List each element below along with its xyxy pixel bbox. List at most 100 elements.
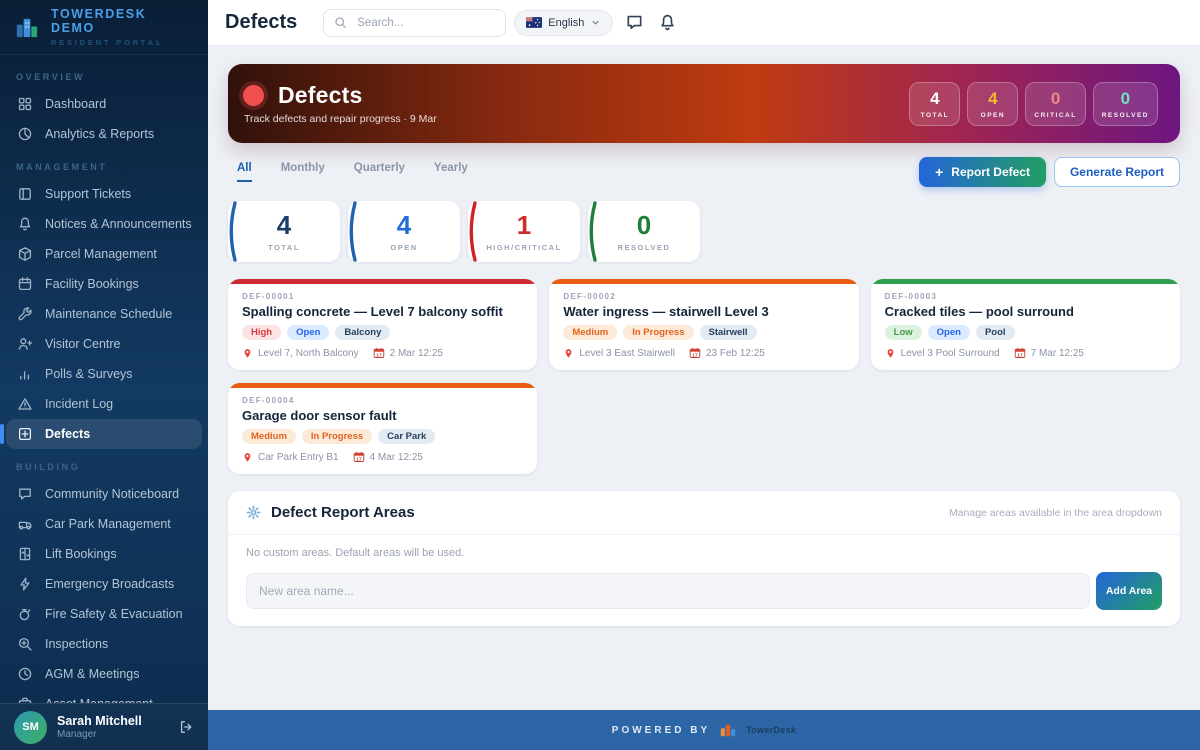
nav-section-label: OVERVIEW (16, 72, 192, 82)
areas-empty-message: No custom areas. Default areas will be u… (246, 547, 1162, 559)
sidebar-item-label: Fire Safety & Evacuation (45, 607, 183, 621)
sidebar-item-agm-meetings[interactable]: AGM & Meetings (6, 659, 202, 689)
user-name: Sarah Mitchell (57, 714, 142, 728)
defect-card-def-00004[interactable]: DEF-00004Garage door sensor faultMediumI… (228, 383, 537, 474)
defect-location: Level 7, North Balcony (258, 348, 359, 359)
sidebar-item-incident-log[interactable]: Incident Log (6, 389, 202, 419)
sidebar-item-polls-surveys[interactable]: Polls & Surveys (6, 359, 202, 389)
bracket-icon (344, 200, 358, 263)
bar-chart-icon (16, 366, 33, 383)
new-area-input[interactable] (246, 573, 1090, 609)
user-section: SM Sarah Mitchell Manager (0, 703, 208, 750)
sidebar-item-notices-announcements[interactable]: Notices & Announcements (6, 209, 202, 239)
sidebar-item-analytics-reports[interactable]: Analytics & Reports (6, 119, 202, 149)
sidebar-item-label: Facility Bookings (45, 277, 139, 291)
sidebar-item-label: Support Tickets (45, 187, 131, 201)
defect-card-def-00002[interactable]: DEF-00002 Water ingress — stairwell Level… (549, 279, 858, 370)
tab-yearly[interactable]: Yearly (434, 162, 468, 182)
bracket-icon (464, 200, 478, 263)
avatar: SM (14, 711, 47, 744)
search-icon (334, 16, 347, 29)
briefcase-icon (16, 696, 33, 704)
sidebar-item-label: AGM & Meetings (45, 667, 139, 681)
sidebar-item-emergency-broadcasts[interactable]: Emergency Broadcasts (6, 569, 202, 599)
sidebar-item-support-tickets[interactable]: Support Tickets (6, 179, 202, 209)
brand-subtitle: RESIDENT PORTAL (51, 38, 195, 47)
banner-stat-resolved: 0RESOLVED (1093, 82, 1158, 126)
fire-safety-icon (16, 606, 33, 623)
summary-card-open: 4OPEN (348, 201, 460, 262)
defect-id: DEF-00004 (242, 396, 523, 405)
page-title: Defects (225, 11, 297, 34)
defect-date: 2 Mar 12:25 (390, 348, 443, 359)
package-icon (16, 246, 33, 263)
tag-open: Open (928, 325, 970, 340)
app-window: TOWERDESK DEMO RESIDENT PORTAL OVERVIEWD… (0, 0, 1200, 750)
language-selector[interactable]: English (514, 10, 613, 36)
tag-stairwell: Stairwell (700, 325, 757, 340)
sidebar-item-asset-management[interactable]: Asset Management (6, 689, 202, 703)
areas-hint: Manage areas available in the area dropd… (949, 507, 1162, 519)
powered-by-label: POWERED BY (612, 725, 710, 736)
tag-balcony: Balcony (335, 325, 390, 340)
chevron-down-icon (590, 17, 601, 28)
tabs: All Monthly Quarterly Yearly (228, 162, 919, 182)
sidebar-item-label: Maintenance Schedule (45, 307, 172, 321)
areas-title: Defect Report Areas (271, 504, 415, 521)
banner-stat-total: 4TOTAL (909, 82, 960, 126)
notifications-bell-icon[interactable] (658, 13, 677, 32)
summary-row: 4TOTAL4OPEN1HIGH/CRITICAL0RESOLVED (228, 201, 1180, 262)
towerdesk-logo-icon (13, 13, 42, 42)
sidebar-item-label: Defects (45, 427, 90, 441)
tag-in-progress: In Progress (302, 429, 372, 444)
defect-card-def-00001[interactable]: DEF-00001Spalling concrete — Level 7 bal… (228, 279, 537, 370)
tab-quarterly[interactable]: Quarterly (354, 162, 405, 182)
sidebar-item-facility-bookings[interactable]: Facility Bookings (6, 269, 202, 299)
pin-icon (885, 348, 896, 359)
defect-date: 23 Feb 12:25 (706, 348, 765, 359)
sidebar-item-fire-safety-evacuation[interactable]: Fire Safety & Evacuation (6, 599, 202, 629)
sidebar-item-inspections[interactable]: Inspections (6, 629, 202, 659)
report-defect-button[interactable]: + Report Defect (919, 157, 1046, 187)
footer: POWERED BY TowerDesk (208, 710, 1200, 750)
messages-icon[interactable] (625, 13, 644, 32)
sidebar-item-label: Emergency Broadcasts (45, 577, 174, 591)
defect-date: 7 Mar 12:25 (1031, 348, 1084, 359)
logout-icon[interactable] (178, 719, 194, 735)
sidebar-item-visitor-centre[interactable]: Visitor Centre (6, 329, 202, 359)
sidebar-item-label: Dashboard (45, 97, 106, 111)
sidebar-item-label: Incident Log (45, 397, 113, 411)
lightning-icon (16, 576, 33, 593)
search-input[interactable] (355, 16, 495, 30)
sidebar-item-maintenance-schedule[interactable]: Maintenance Schedule (6, 299, 202, 329)
calendar-date-icon: 17 (1014, 347, 1026, 359)
tag-medium: Medium (242, 429, 296, 444)
sidebar-item-car-park-management[interactable]: Car Park Management (6, 509, 202, 539)
defect-id: DEF-00001 (242, 292, 523, 301)
svg-text:17: 17 (692, 352, 698, 358)
sidebar-item-lift-bookings[interactable]: Lift Bookings (6, 539, 202, 569)
sidebar-item-label: Car Park Management (45, 517, 171, 531)
tab-all[interactable]: All (237, 162, 252, 182)
tag-medium: Medium (563, 325, 617, 340)
clock-icon (16, 666, 33, 683)
defect-id: DEF-00002 (563, 292, 844, 301)
sidebar-item-parcel-management[interactable]: Parcel Management (6, 239, 202, 269)
defect-card-def-00003[interactable]: DEF-00003Cracked tiles — pool surroundLo… (871, 279, 1180, 370)
tag-pool: Pool (976, 325, 1015, 340)
add-area-button[interactable]: Add Area (1096, 572, 1162, 610)
defect-id: DEF-00003 (885, 292, 1166, 301)
status-dot-icon (243, 85, 264, 106)
svg-text:17: 17 (376, 352, 382, 358)
sidebar-item-community-noticeboard[interactable]: Community Noticeboard (6, 479, 202, 509)
sidebar-item-label: Community Noticeboard (45, 487, 179, 501)
sidebar-item-label: Polls & Surveys (45, 367, 133, 381)
sidebar-item-defects[interactable]: Defects (6, 419, 202, 449)
defect-date: 4 Mar 12:25 (370, 452, 423, 463)
tab-monthly[interactable]: Monthly (281, 162, 325, 182)
sidebar-item-dashboard[interactable]: Dashboard (6, 89, 202, 119)
defect-title: Water ingress — stairwell Level 3 (563, 304, 844, 319)
pin-icon (242, 348, 253, 359)
sidebar-nav: OVERVIEWDashboardAnalytics & ReportsMANA… (0, 55, 208, 703)
generate-report-button[interactable]: Generate Report (1054, 157, 1180, 187)
